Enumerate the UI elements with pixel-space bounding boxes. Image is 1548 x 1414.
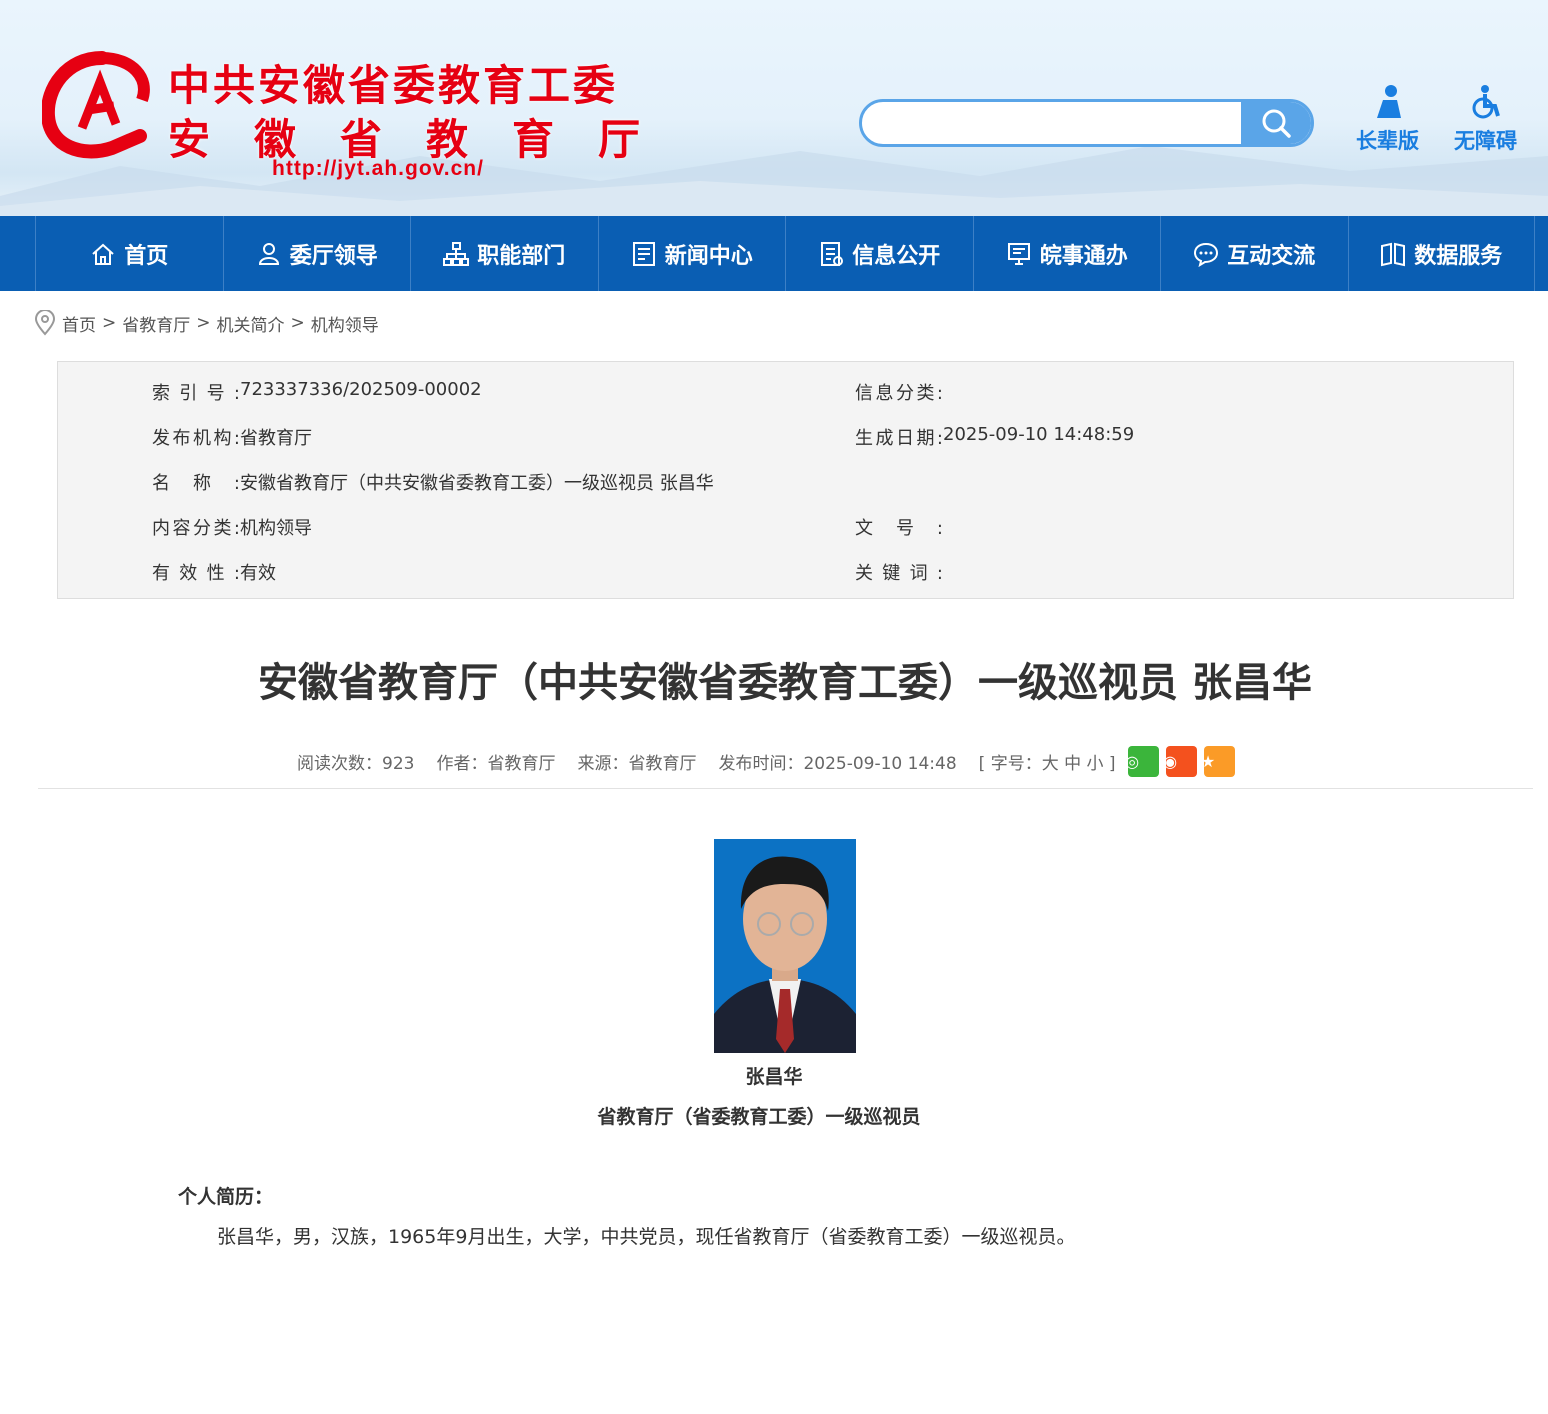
name-label: 名称: xyxy=(152,473,240,494)
breadcrumb-home[interactable]: 首页 xyxy=(62,311,96,336)
publish-time: 发布时间：2025-09-10 14:48 xyxy=(718,753,957,774)
nav-item-label: 互动交流 xyxy=(1227,243,1316,269)
source: 来源：省教育厅 xyxy=(577,753,697,774)
person-title: 省教育厅（省委教育工委）一级巡视员 xyxy=(597,1106,921,1128)
person-name: 张昌华 xyxy=(745,1066,803,1088)
news-icon xyxy=(632,241,655,266)
nav-item-label: 新闻中心 xyxy=(664,243,753,269)
read-count: 阅读次数：923 xyxy=(297,753,415,774)
accessibility-label: 无障碍 xyxy=(1454,129,1517,153)
people-icon xyxy=(258,242,279,265)
bio-heading: 个人简历： xyxy=(178,1186,274,1208)
publisher-label: 发布机构: xyxy=(152,428,240,449)
location-pin-icon xyxy=(34,310,56,336)
share-wechat-button[interactable]: ◎ xyxy=(1125,745,1159,777)
nav-item-label: 信息公开 xyxy=(852,243,941,269)
share-weibo-button[interactable]: ◉ xyxy=(1163,745,1197,777)
main-nav: 首页 委厅领导 职能部门 新闻中心 信息公开 皖事通办 互动交流 数据服务 xyxy=(0,216,1548,291)
nav-item-4[interactable]: 信息公开 xyxy=(785,216,973,291)
bio-text: 张昌华，男，汉族，1965年9月出生，大学，中共党员，现任省教育厅（省委教育工委… xyxy=(217,1226,1076,1248)
nav-item-6[interactable]: 互动交流 xyxy=(1160,216,1348,291)
nav-item-label: 皖事通办 xyxy=(1039,243,1128,269)
nav-item-1[interactable]: 委厅领导 xyxy=(222,216,411,291)
nav-item-3[interactable]: 新闻中心 xyxy=(597,216,786,291)
article-title: 安徽省教育厅（中共安徽省委教育工委）一级巡视员 张昌华 xyxy=(258,660,1312,706)
breadcrumb-intro[interactable]: 机关简介 xyxy=(217,311,285,336)
info-metadata-table: 索引号: 723337336/202509-00002 信息分类: 发布机构: 省教… xyxy=(57,361,1514,599)
chat-icon xyxy=(1194,242,1219,267)
portrait-photo xyxy=(714,839,856,1053)
breadcrumb-dept[interactable]: 省教育厅 xyxy=(122,311,190,336)
publisher-value: 省教育厅 xyxy=(240,428,312,449)
site-header: 中共安徽省委教育工委 安徽省教育厅 http://jyt.ah.gov.cn/ … xyxy=(0,0,1548,216)
name-value: 安徽省教育厅（中共安徽省委教育工委）一级巡视员 张昌华 xyxy=(240,473,714,494)
search-button[interactable] xyxy=(1241,102,1311,144)
document-icon xyxy=(821,241,844,266)
logo-at-icon xyxy=(42,51,150,159)
search-box xyxy=(859,99,1314,147)
index-value: 723337336/202509-00002 xyxy=(240,379,482,400)
book-icon xyxy=(1381,242,1406,266)
weibo-icon: ◉ xyxy=(1163,751,1178,771)
favorite-button[interactable]: ★ xyxy=(1200,745,1235,777)
nav-item-7[interactable]: 数据服务 xyxy=(1347,216,1535,291)
index-label: 索引号: xyxy=(152,383,240,404)
star-icon: ★ xyxy=(1200,751,1216,771)
breadcrumb-separator: > xyxy=(290,313,305,333)
elder-mode-button[interactable]: 长辈版 xyxy=(1356,84,1419,155)
breadcrumb-separator: > xyxy=(102,313,117,333)
font-size-control[interactable]: [ 字号：大 中 小 ] xyxy=(979,749,1116,774)
divider xyxy=(38,788,1533,789)
nav-item-label: 委厅领导 xyxy=(289,243,378,269)
nav-item-0[interactable]: 首页 xyxy=(35,216,223,291)
monitor-icon xyxy=(1007,242,1030,265)
logo-url: http://jyt.ah.gov.cn/ xyxy=(272,157,484,180)
home-icon xyxy=(92,243,114,265)
validity-value: 有效 xyxy=(240,563,276,584)
org-chart-icon xyxy=(443,241,470,266)
nav-item-label: 数据服务 xyxy=(1414,243,1503,269)
doc-number-label: 文号: xyxy=(855,518,943,539)
breadcrumb: 首页 > 省教育厅 > 机关简介 > 机构领导 xyxy=(34,310,379,336)
elder-icon xyxy=(1376,85,1401,118)
breadcrumb-separator: > xyxy=(196,313,211,333)
wechat-icon: ◎ xyxy=(1125,751,1140,771)
search-input[interactable] xyxy=(862,102,1242,144)
nav-item-label: 首页 xyxy=(124,243,169,269)
logo-line1: 中共安徽省委教育工委 xyxy=(168,61,619,110)
date-value: 2025-09-10 14:48:59 xyxy=(943,424,1135,445)
search-icon xyxy=(1262,109,1291,138)
nav-item-label: 职能部门 xyxy=(477,243,566,269)
elder-mode-label: 长辈版 xyxy=(1356,129,1419,153)
category-label: 信息分类: xyxy=(855,383,943,404)
content-category-value: 机构领导 xyxy=(240,518,312,539)
article-meta: 阅读次数：923 作者：省教育厅 来源：省教育厅 发布时间：2025-09-10… xyxy=(297,745,1242,777)
validity-label: 有效性: xyxy=(152,563,240,584)
nav-item-2[interactable]: 职能部门 xyxy=(410,216,598,291)
date-label: 生成日期: xyxy=(855,428,943,449)
nav-item-5[interactable]: 皖事通办 xyxy=(972,216,1161,291)
breadcrumb-current[interactable]: 机构领导 xyxy=(311,311,379,336)
wheelchair-icon xyxy=(1472,85,1500,119)
author: 作者：省教育厅 xyxy=(436,753,556,774)
keywords-label: 关键词: xyxy=(855,563,943,584)
accessibility-button[interactable]: 无障碍 xyxy=(1454,84,1517,155)
content-category-label: 内容分类: xyxy=(152,518,240,539)
